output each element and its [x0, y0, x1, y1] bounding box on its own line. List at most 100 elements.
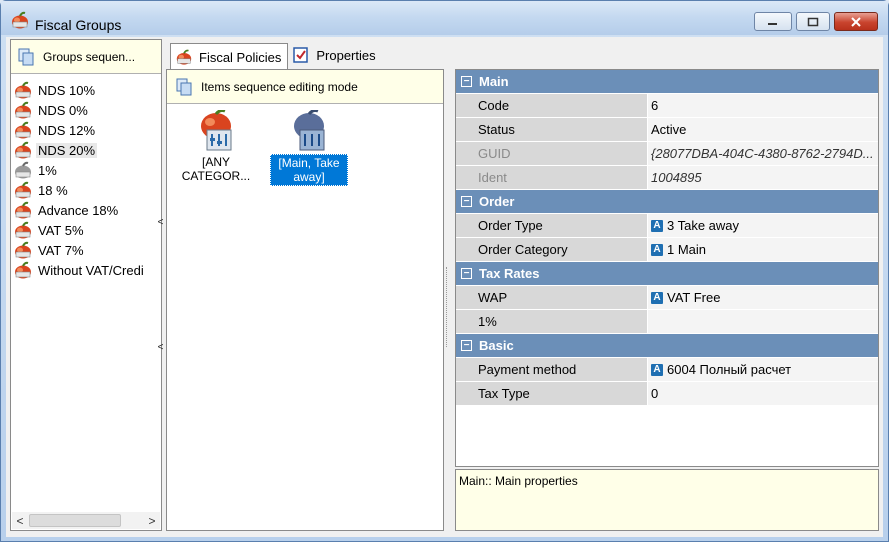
sequence-icon [17, 47, 37, 67]
property-row-wap[interactable]: WAP A VAT Free [456, 286, 878, 310]
collapse-left-top-arrow[interactable]: < [157, 217, 164, 228]
collapse-icon[interactable]: − [461, 196, 472, 207]
reference-type-icon: A [651, 291, 663, 304]
property-row-tax-type[interactable]: Tax Type 0 [456, 382, 878, 406]
policy-item-any-category[interactable]: [ANY CATEGOR... [177, 110, 255, 184]
group-item-label: VAT 5% [38, 222, 84, 238]
property-value[interactable]: 6 [648, 94, 878, 117]
property-value[interactable]: Active [648, 118, 878, 141]
property-value[interactable] [648, 310, 878, 333]
minimize-button[interactable] [754, 12, 792, 31]
minimize-icon [768, 22, 777, 25]
property-name: Tax Type [476, 382, 648, 405]
groups-panel: Groups sequen... NDS 10% NDS 0% NDS 12% [10, 39, 162, 531]
property-value-cell[interactable]: A 1 Main [648, 238, 878, 261]
maximize-button[interactable] [796, 12, 830, 31]
panel-splitter[interactable] [446, 267, 450, 347]
property-value: 1004895 [648, 166, 878, 189]
group-item-vat-7[interactable]: VAT 7% [13, 240, 163, 260]
group-item-nds-0[interactable]: NDS 0% [13, 100, 163, 120]
property-value[interactable]: 0 [648, 382, 878, 405]
fiscal-apple-icon [13, 221, 33, 239]
collapse-left-bottom-arrow[interactable]: < [157, 342, 164, 353]
fiscal-apple-icon [13, 201, 33, 219]
property-row-payment-method[interactable]: Payment method A 6004 Полный расчет [456, 358, 878, 382]
property-value-cell[interactable]: A VAT Free [648, 286, 878, 309]
group-item-label: VAT 7% [38, 242, 84, 258]
property-row-status[interactable]: Status Active [456, 118, 878, 142]
property-row-order-category[interactable]: Order Category A 1 Main [456, 238, 878, 262]
properties-icon [293, 47, 309, 63]
items-sequence-label: Items sequence editing mode [201, 79, 358, 94]
fiscal-apple-icon [13, 81, 33, 99]
group-item-1-percent[interactable]: 1% [13, 160, 163, 180]
tab-properties[interactable]: Properties [288, 43, 381, 67]
groups-sequence-toggle[interactable]: Groups sequen... [11, 40, 161, 74]
fiscal-apple-icon [13, 121, 33, 139]
property-name: 1% [476, 310, 648, 333]
fiscal-group-list: NDS 10% NDS 0% NDS 12% NDS 20% 1% 18 % A… [13, 80, 163, 280]
policy-caption-line: away] [293, 170, 325, 184]
category-basic[interactable]: − Basic [456, 334, 878, 358]
policy-item-main-take-away[interactable]: [Main, Take away] [270, 110, 348, 186]
property-name: Status [476, 118, 648, 141]
group-item-nds-12[interactable]: NDS 12% [13, 120, 163, 140]
property-row-1-percent[interactable]: 1% [456, 310, 878, 334]
fiscal-policy-icon [201, 110, 232, 151]
close-button[interactable] [834, 12, 878, 31]
group-item-advance-18[interactable]: Advance 18% [13, 200, 163, 220]
groups-sequence-label: Groups sequen... [43, 49, 136, 64]
scroll-left-button[interactable]: < [12, 514, 28, 528]
property-value-cell[interactable]: A 6004 Полный расчет [648, 358, 878, 381]
policy-caption: [ANY CATEGOR... [177, 154, 255, 184]
property-name: Payment method [476, 358, 648, 381]
reference-type-icon: A [651, 363, 663, 376]
property-row-code[interactable]: Code 6 [456, 94, 878, 118]
fiscal-apple-icon [13, 181, 33, 199]
property-value: VAT Free [667, 290, 721, 305]
tab-strip: Fiscal Policies Properties [170, 43, 382, 70]
items-sequence-toggle[interactable]: Items sequence editing mode [167, 70, 443, 104]
policy-caption: [Main, Take away] [270, 154, 348, 186]
reference-type-icon: A [651, 219, 663, 232]
close-icon [851, 16, 861, 27]
reference-type-icon: A [651, 243, 663, 256]
scrollbar-thumb[interactable] [29, 514, 121, 527]
property-row-guid[interactable]: GUID {28077DBA-404C-4380-8762-2794D... [456, 142, 878, 166]
group-item-18-percent[interactable]: 18 % [13, 180, 163, 200]
group-item-label: Advance 18% [38, 202, 119, 218]
category-main[interactable]: − Main [456, 70, 878, 94]
client-area: Groups sequen... NDS 10% NDS 0% NDS 12% [6, 37, 883, 537]
group-item-without-vat[interactable]: Without VAT/Credi [13, 260, 163, 280]
category-order[interactable]: − Order [456, 190, 878, 214]
title-bar[interactable]: Fiscal Groups [1, 1, 888, 35]
property-row-order-type[interactable]: Order Type A 3 Take away [456, 214, 878, 238]
fiscal-apple-icon [10, 11, 30, 29]
property-name: Ident [476, 166, 648, 189]
group-item-label: NDS 10% [38, 82, 96, 98]
property-name: GUID [476, 142, 648, 165]
property-row-ident[interactable]: Ident 1004895 [456, 166, 878, 190]
collapse-icon[interactable]: − [461, 76, 472, 87]
category-label: Main [479, 74, 509, 89]
group-item-vat-5[interactable]: VAT 5% [13, 220, 163, 240]
property-grid: − Main Code 6 Status Active GUID {28077D… [455, 69, 879, 467]
collapse-icon[interactable]: − [461, 268, 472, 279]
fiscal-apple-icon [13, 241, 33, 259]
fiscal-apple-icon [13, 261, 33, 279]
category-label: Basic [479, 338, 514, 353]
property-value: 6004 Полный расчет [667, 362, 792, 377]
group-item-label: NDS 0% [38, 102, 88, 118]
property-value: {28077DBA-404C-4380-8762-2794D... [648, 142, 878, 165]
group-item-label: 1% [38, 162, 57, 178]
property-value-cell[interactable]: A 3 Take away [648, 214, 878, 237]
tab-fiscal-policies[interactable]: Fiscal Policies [170, 43, 289, 70]
group-item-label: NDS 20% [36, 142, 98, 158]
property-name: Code [476, 94, 648, 117]
collapse-icon[interactable]: − [461, 340, 472, 351]
group-item-nds-20[interactable]: NDS 20% [13, 140, 163, 160]
group-item-nds-10[interactable]: NDS 10% [13, 80, 163, 100]
category-tax-rates[interactable]: − Tax Rates [456, 262, 878, 286]
scroll-right-button[interactable]: > [144, 514, 160, 528]
horizontal-scrollbar[interactable]: < > [12, 512, 160, 529]
